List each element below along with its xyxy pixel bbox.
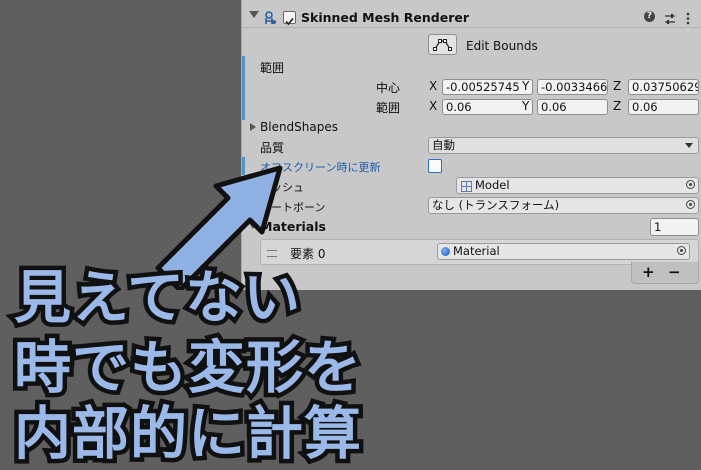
center-y-field[interactable]: -0.0033466	[537, 79, 608, 95]
offscreen-checkbox[interactable]	[428, 159, 442, 173]
edit-bounds-icon	[433, 39, 452, 51]
add-element-button[interactable]: +	[642, 263, 655, 281]
center-x-axis: X	[429, 79, 438, 93]
root-bone-field[interactable]: なし (トランスフォーム)	[428, 197, 699, 214]
extent-x-field[interactable]: 0.06	[442, 99, 533, 115]
materials-count-field[interactable]: 1	[650, 218, 699, 236]
mesh-field[interactable]: Model	[456, 177, 699, 194]
object-picker-icon[interactable]	[686, 180, 695, 189]
extent-y-label: Y	[522, 99, 530, 113]
foldout-arrow-icon[interactable]	[249, 11, 259, 18]
component-title: Skinned Mesh Renderer	[301, 10, 470, 25]
extent-z-field[interactable]: 0.06	[628, 99, 699, 115]
material-sphere-icon	[441, 247, 450, 256]
help-icon[interactable]: ?	[644, 11, 655, 22]
root-bone-value: なし (トランスフォーム)	[432, 198, 560, 212]
quality-value: 自動	[432, 138, 455, 152]
object-picker-icon[interactable]	[677, 246, 686, 255]
overlay-line-3: 内部的に計算	[10, 397, 366, 470]
list-footer: + −	[631, 262, 699, 284]
chevron-down-icon	[685, 143, 693, 148]
mesh-grid-icon	[461, 181, 472, 192]
quality-dropdown[interactable]: 自動	[428, 137, 699, 154]
blendshapes-foldout-icon[interactable]	[250, 123, 256, 131]
inspector-panel: Skinned Mesh Renderer ? Edit Bounds 範囲 中…	[241, 0, 701, 290]
blendshapes-label[interactable]: BlendShapes	[260, 120, 338, 134]
component-enabled-checkbox[interactable]	[283, 11, 296, 26]
skinned-mesh-icon	[263, 10, 277, 24]
component-header: Skinned Mesh Renderer ?	[242, 0, 701, 36]
modified-indicator	[242, 56, 245, 120]
more-icon[interactable]	[686, 10, 690, 25]
material-value: Material	[453, 244, 500, 258]
extent-x-label: X	[429, 99, 438, 113]
center-x-field[interactable]: -0.00525745	[442, 79, 533, 95]
mesh-value: Model	[475, 178, 510, 192]
remove-element-button[interactable]: −	[668, 263, 681, 281]
material-field[interactable]: Material	[437, 243, 690, 260]
object-picker-icon[interactable]	[686, 200, 695, 209]
extent-label: 範囲	[376, 101, 401, 115]
bounds-label: 範囲	[260, 61, 285, 75]
edit-bounds-button[interactable]	[428, 34, 457, 55]
center-label: 中心	[376, 81, 401, 95]
center-z-label: Z	[613, 79, 622, 93]
edit-bounds-label: Edit Bounds	[466, 39, 538, 53]
extent-z-label: Z	[613, 99, 622, 113]
extent-y-field[interactable]: 0.06	[537, 99, 608, 115]
center-z-field[interactable]: 0.03750629	[628, 79, 699, 95]
preset-icon[interactable]	[664, 10, 676, 24]
header-divider	[242, 27, 701, 28]
center-y-label: Y	[522, 79, 530, 93]
